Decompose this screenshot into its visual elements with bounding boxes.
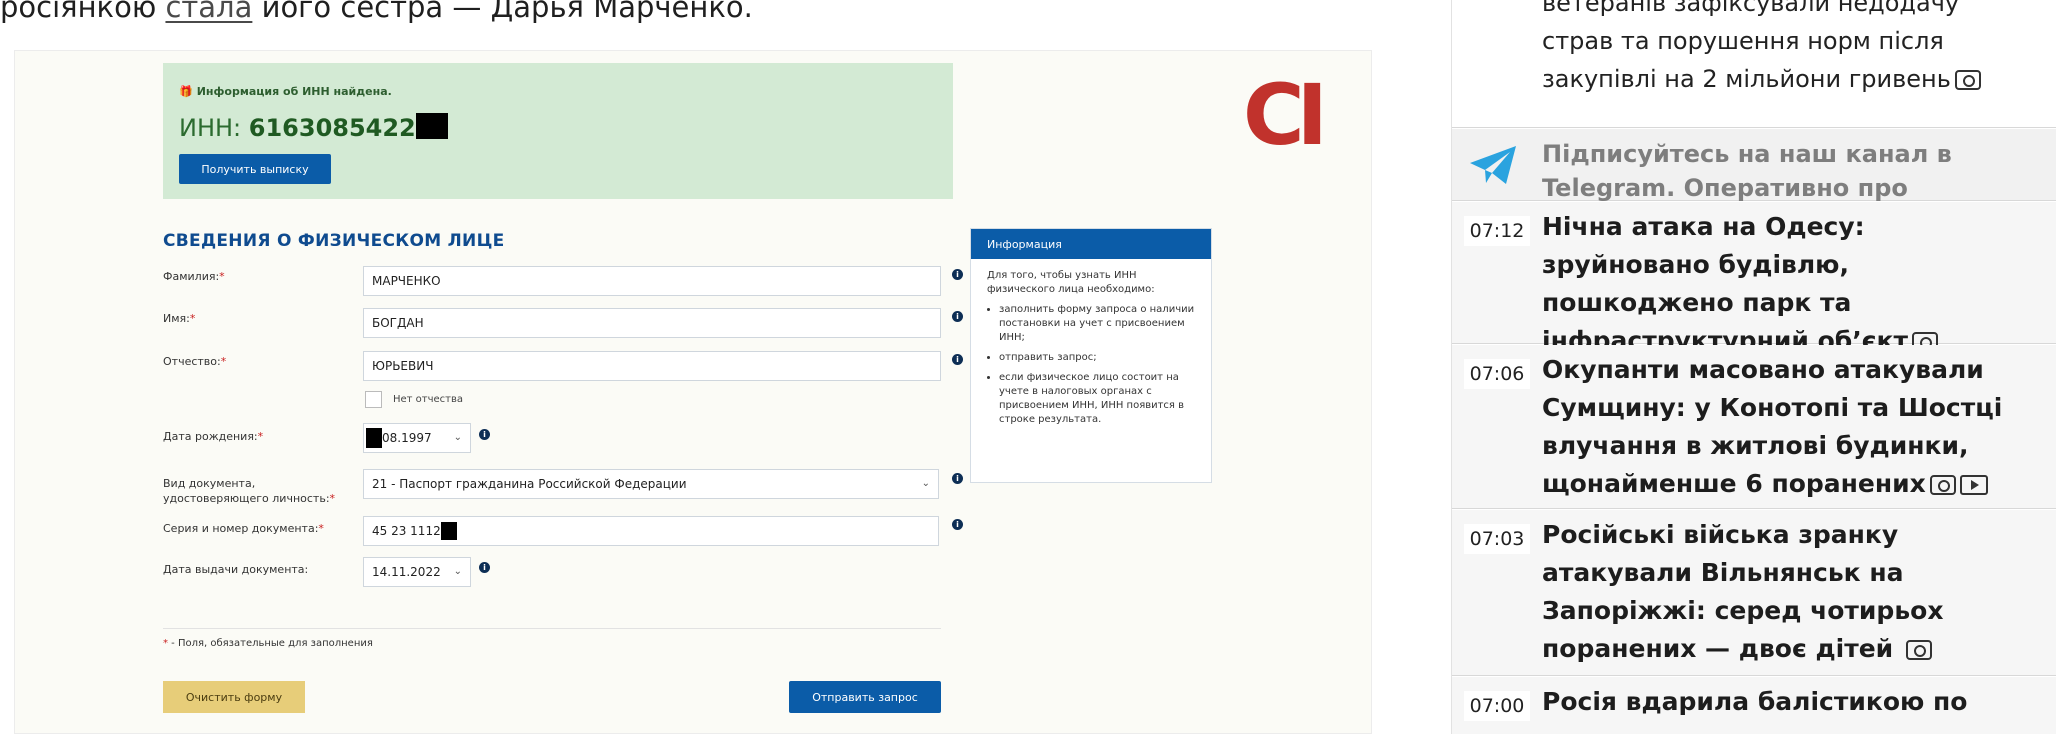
site-logo: CI: [1243, 66, 1328, 164]
redaction-mask: [415, 113, 448, 139]
issue-date-field[interactable]: 14.11.2022 ⌄: [363, 557, 471, 587]
news-item[interactable]: 07:03 Російські війська зранку атакували…: [1452, 510, 2056, 676]
news-title[interactable]: Росія вдарила балістикою по: [1542, 687, 1967, 716]
required-footnote: * - Поля, обязательные для заполнения: [163, 638, 373, 649]
gift-icon: 🎁: [179, 85, 193, 98]
inn-found-header: 🎁 Информация об ИНН найдена.: [179, 85, 392, 98]
info-panel: Информация Для того, чтобы узнать ИНН фи…: [970, 228, 1212, 483]
no-patronymic-label: Нет отчества: [393, 394, 464, 405]
inn-result-box: 🎁 Информация об ИНН найдена. ИНН: 6163085…: [163, 63, 953, 199]
info-icon[interactable]: i: [479, 562, 490, 573]
info-icon[interactable]: i: [952, 519, 963, 530]
redaction-mask: [366, 428, 382, 448]
get-extract-button[interactable]: Получить выписку: [179, 154, 331, 184]
camera-icon: [1905, 640, 1932, 660]
info-icon[interactable]: i: [952, 269, 963, 280]
news-item[interactable]: 07:00 Росія вдарила балістикою по: [1452, 677, 2056, 734]
news-time: 07:00: [1464, 691, 1530, 721]
article-text-before: росіянкою: [0, 0, 166, 24]
redaction-mask: [440, 522, 457, 540]
patronymic-label: Отчество:*: [163, 355, 227, 368]
info-panel-title: Информация: [971, 229, 1211, 259]
inn-number: 6163085422: [248, 114, 416, 142]
send-request-button[interactable]: Отправить запрос: [789, 681, 941, 713]
doc-number-label: Серия и номер документа:*: [163, 522, 324, 535]
article-text-after: його сестра — Дарья Марченко.: [252, 0, 753, 24]
name-field[interactable]: БОГДАН: [363, 308, 941, 338]
no-patronymic-checkbox[interactable]: [365, 391, 382, 408]
inn-form-screenshot: 🎁 Информация об ИНН найдена. ИНН: 6163085…: [14, 50, 1372, 734]
camera-icon: [1929, 475, 1956, 495]
news-sidebar: ветеранів зафіксували недодачу страв та …: [1451, 0, 2056, 734]
name-label: Имя:*: [163, 312, 196, 325]
news-title[interactable]: Нічна атака на Одесу: зруйновано будівлю…: [1542, 212, 1908, 355]
news-title[interactable]: ветеранів зафіксували недодачу страв та …: [1542, 0, 1959, 93]
article-paragraph: росіянкою стала його сестра — Дарья Марч…: [0, 0, 753, 32]
telegram-icon: [1470, 146, 1516, 184]
info-intro: Для того, чтобы узнать ИНН физического л…: [987, 270, 1155, 295]
inn-found-label: Информация об ИНН найдена.: [196, 85, 392, 98]
info-icon[interactable]: i: [952, 354, 963, 365]
doc-type-label: Вид документа, удостоверяющего личность:*: [163, 477, 336, 505]
news-time: 07:06: [1464, 359, 1530, 389]
chevron-down-icon: ⌄: [453, 566, 462, 577]
birth-date-label: Дата рождения:*: [163, 430, 264, 443]
chevron-down-icon: ⌄: [921, 478, 930, 489]
news-item[interactable]: 07:12 Нічна атака на Одесу: зруйновано б…: [1452, 202, 2056, 355]
info-item: если физическое лицо состоит на учете в …: [999, 371, 1197, 427]
inn-line: ИНН: 6163085422: [179, 113, 448, 142]
info-icon[interactable]: i: [479, 429, 490, 440]
clear-form-button[interactable]: Очистить форму: [163, 681, 305, 713]
info-icon[interactable]: i: [952, 311, 963, 322]
issue-date-label: Дата выдачи документа:: [163, 563, 309, 576]
surname-label: Фамилия:*: [163, 270, 225, 283]
camera-icon: [1954, 70, 1981, 90]
news-title[interactable]: Російські війська зранку атакували Вільн…: [1542, 520, 1943, 663]
video-icon: [1959, 475, 1988, 495]
info-icon[interactable]: i: [952, 473, 963, 484]
article-link[interactable]: стала: [165, 0, 252, 24]
patronymic-field[interactable]: ЮРЬЕВИЧ: [363, 351, 941, 381]
news-time: 07:03: [1464, 524, 1530, 554]
news-item[interactable]: ветеранів зафіксували недодачу страв та …: [1452, 0, 2056, 128]
chevron-down-icon: ⌄: [453, 432, 462, 443]
telegram-promo[interactable]: Підписуйтесь на наш канал в Telegram. Оп…: [1452, 129, 2056, 236]
news-item[interactable]: 07:06 Окупанти масовано атакували Сумщин…: [1452, 345, 2056, 509]
doc-number-field[interactable]: 45 23 1112: [363, 516, 939, 546]
section-title: СВЕДЕНИЯ О ФИЗИЧЕСКОМ ЛИЦЕ: [163, 231, 505, 251]
divider: [163, 628, 941, 629]
inn-prefix: ИНН:: [179, 114, 249, 142]
surname-field[interactable]: МАРЧЕНКО: [363, 266, 941, 296]
birth-date-field[interactable]: 08.1997 ⌄: [363, 423, 471, 453]
info-item: отправить запрос;: [999, 351, 1197, 365]
news-time: 07:12: [1464, 216, 1530, 246]
info-item: заполнить форму запроса о наличии постан…: [999, 303, 1197, 345]
doc-type-select[interactable]: 21 - Паспорт гражданина Российской Федер…: [363, 469, 939, 499]
